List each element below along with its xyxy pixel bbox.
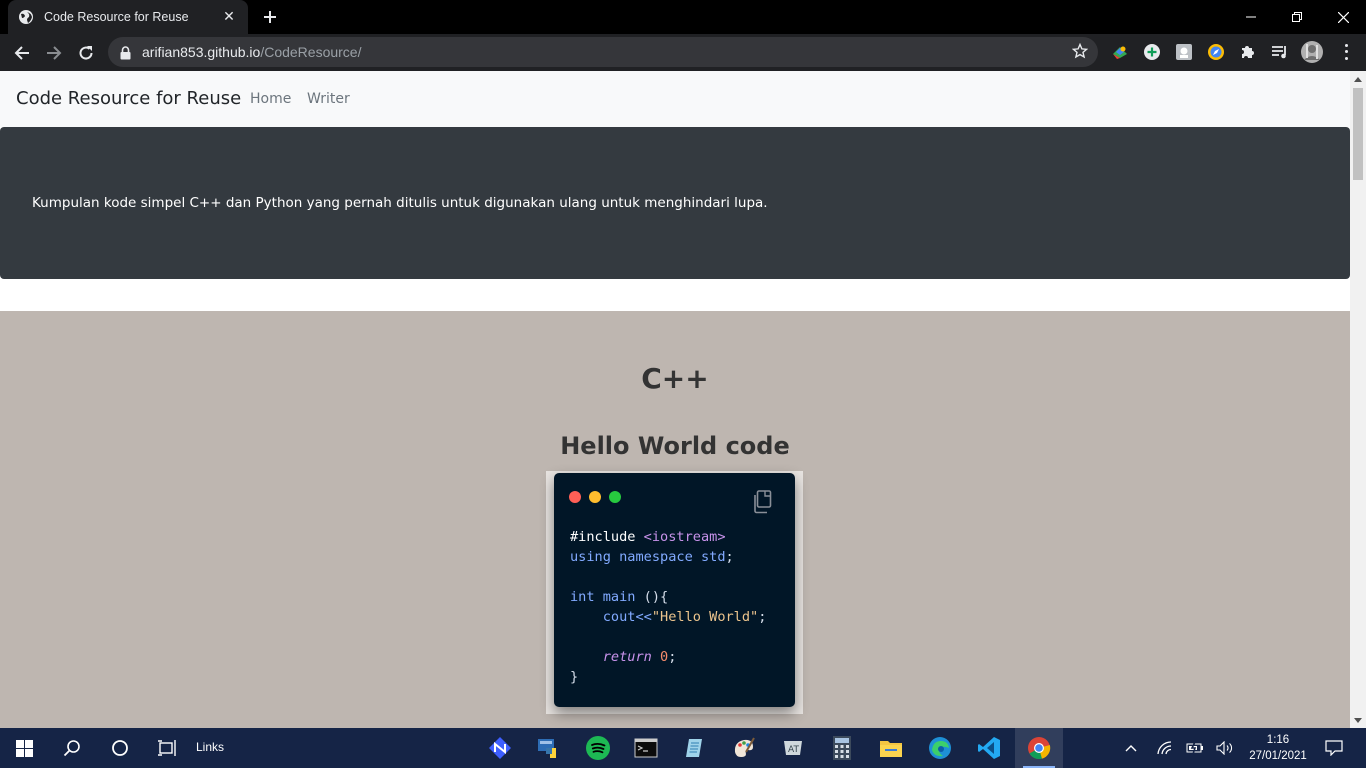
task-view-icon[interactable] [144,728,192,768]
url-text: arifian853.github.io/CodeResource/ [142,44,362,60]
window-dot-red [569,491,581,503]
windows-taskbar: Links AT 1:16 27/01/2021 [0,728,1366,768]
spotify-icon[interactable] [574,728,622,768]
code-token: (){ [643,589,669,605]
cpp-section: C++ Hello World code #include <iostream>… [0,311,1350,728]
code-token: int main [570,589,644,605]
code-token: ; [668,649,677,665]
hero-tagline: Kumpulan kode simpel C++ dan Python yang… [32,195,768,211]
code-token: "Hello World" [651,609,759,625]
code-token: <iostream> [643,529,726,545]
reload-button[interactable] [73,40,99,66]
nordvpn-icon[interactable] [476,728,524,768]
calculator-icon[interactable] [818,728,866,768]
code-token: cout<< [570,609,652,625]
scroll-thumb[interactable] [1353,88,1363,180]
notification-icon[interactable] [1320,728,1348,768]
page-scrollbar[interactable] [1350,71,1366,728]
windows-start-icon[interactable] [0,728,48,768]
code-token: ; [725,549,734,565]
minimize-button[interactable] [1228,0,1274,34]
search-icon[interactable] [48,728,96,768]
code-content[interactable]: #include <iostream> using namespace std; i… [570,527,766,687]
site-navbar: Code Resource for Reuse Home Writer [0,71,1350,127]
hero-banner: Kumpulan kode simpel C++ dan Python yang… [0,127,1350,279]
typora-icon[interactable]: AT [769,728,817,768]
compass-icon[interactable] [1207,43,1225,61]
volume-icon[interactable] [1214,728,1236,768]
edge-icon[interactable] [916,728,964,768]
code-token: } [570,669,579,685]
file-explorer-icon[interactable] [867,728,915,768]
lock-icon[interactable] [120,45,131,64]
scroll-down-arrow-icon[interactable] [1354,718,1362,723]
code-token: using namespace std [570,549,726,565]
window-dot-yellow [589,491,601,503]
code-token: 0 [660,649,669,665]
terminal-icon[interactable] [622,728,670,768]
browser-titlebar: Code Resource for Reuse ✕ [0,0,1366,34]
address-bar[interactable]: arifian853.github.io/CodeResource/ [108,37,1098,67]
code-line: } [570,667,766,687]
code-line: cout<<"Hello World"; [570,607,767,627]
site-brand[interactable]: Code Resource for Reuse [16,88,241,109]
code-line: #include <iostream> [570,527,766,547]
bookmark-star-icon[interactable] [1071,42,1089,63]
code-line: return 0; [570,647,766,667]
browser-tab[interactable]: Code Resource for Reuse ✕ [8,0,248,34]
nav-link-home[interactable]: Home [250,91,291,107]
restore-button[interactable] [1274,0,1320,34]
nav-link-writer[interactable]: Writer [307,91,350,107]
forward-button[interactable] [41,40,67,66]
google-earth-icon[interactable] [1111,43,1129,61]
clock-date: 27/01/2021 [1249,750,1307,762]
browser-toolbar: arifian853.github.io/CodeResource/ [0,34,1366,71]
close-window-button[interactable] [1320,0,1366,34]
svg-text:AT: AT [788,745,799,755]
code-token: ; [758,609,767,625]
code-line: using namespace std; [570,547,766,567]
extension-square-icon[interactable] [1175,43,1193,61]
new-tab-button[interactable] [258,5,282,29]
chevron-up-icon[interactable] [1120,728,1142,768]
notepad-icon[interactable] [670,728,718,768]
copy-icon[interactable] [752,490,772,514]
profile-avatar[interactable] [1301,41,1323,63]
code-line: int main (){ [570,587,766,607]
add-circle-icon[interactable] [1143,43,1161,61]
cortana-icon[interactable] [96,728,144,768]
code-frame: #include <iostream> using namespace std; i… [546,471,803,714]
tab-title: Code Resource for Reuse [44,10,189,24]
code-token: #include [570,529,644,545]
python-icon[interactable] [524,728,572,768]
code-token: return [602,649,652,665]
media-queue-icon[interactable] [1271,43,1289,61]
wifi-icon[interactable] [1154,728,1176,768]
globe-icon [18,9,34,25]
close-tab-icon[interactable]: ✕ [220,9,238,25]
back-button[interactable] [9,40,35,66]
scroll-up-arrow-icon[interactable] [1354,77,1362,82]
battery-icon[interactable] [1184,728,1206,768]
chrome-icon[interactable] [1015,728,1063,768]
vscode-icon[interactable] [965,728,1013,768]
paint-icon[interactable] [720,728,768,768]
menu-kebab-icon[interactable] [1342,42,1350,62]
code-block: #include <iostream> using namespace std; i… [554,473,795,707]
puzzle-icon[interactable] [1239,43,1257,61]
section-title: C++ [641,362,709,395]
page-viewport: Code Resource for Reuse Home Writer Kump… [0,71,1350,728]
snippet-title: Hello World code [560,432,790,460]
clock-time: 1:16 [1266,734,1290,746]
links-toolbar[interactable]: Links [196,740,224,754]
system-clock[interactable]: 1:16 27/01/2021 [1244,732,1312,764]
window-dot-green [609,491,621,503]
